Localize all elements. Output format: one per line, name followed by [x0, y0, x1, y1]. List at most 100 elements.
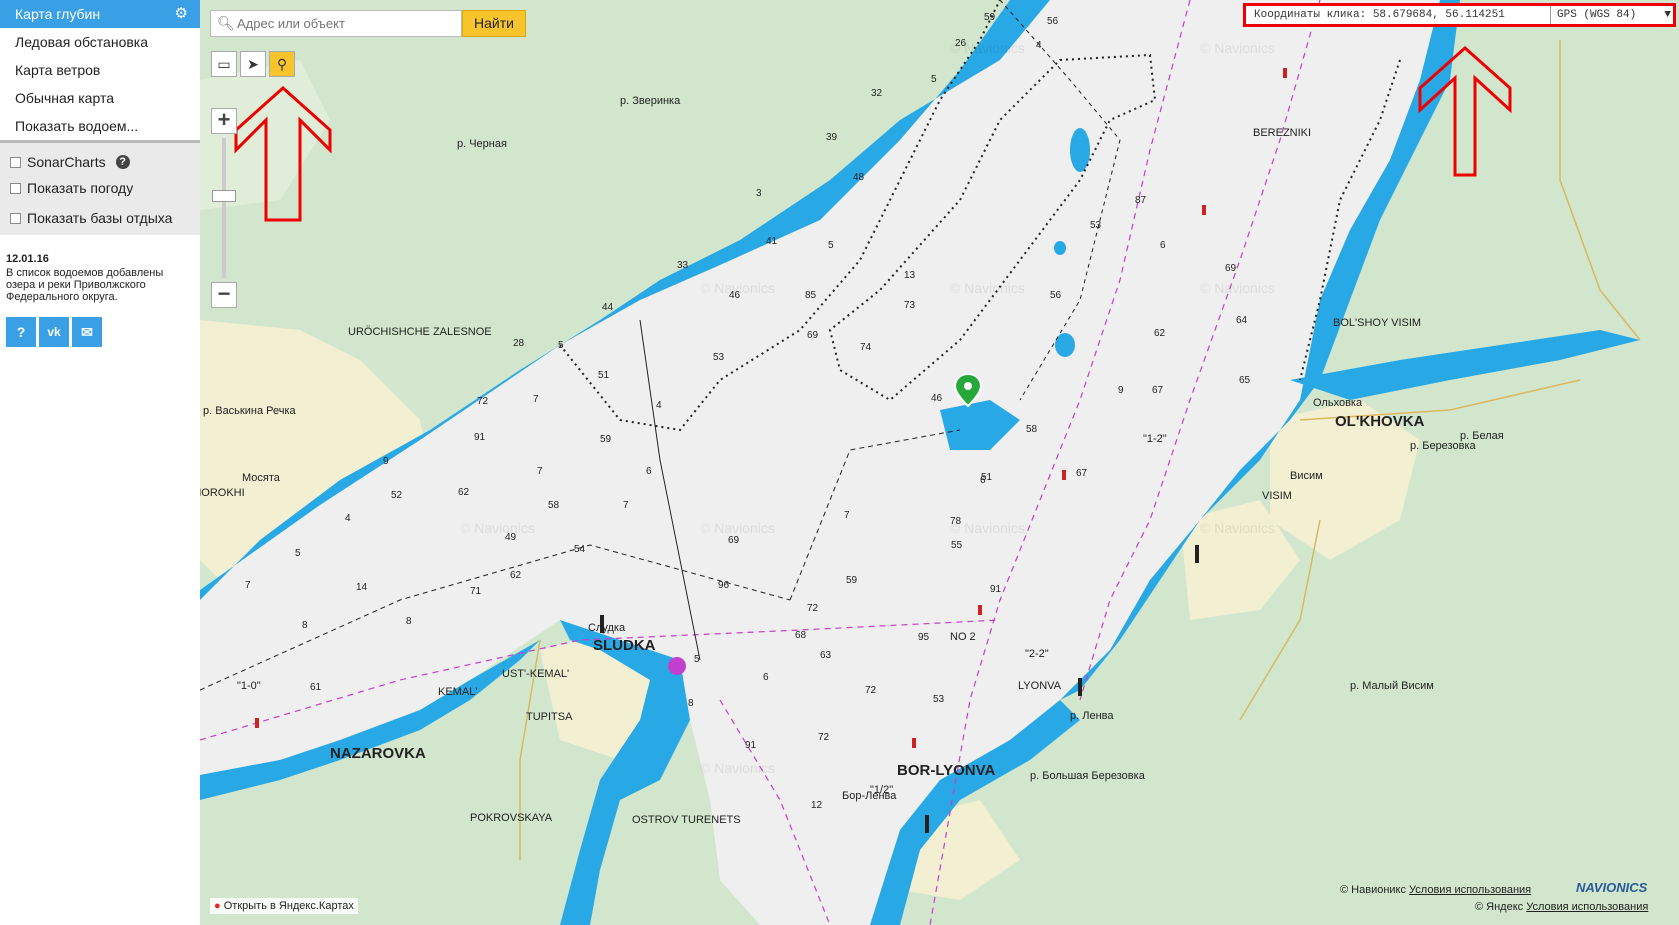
depth-sounding: 4	[656, 400, 662, 411]
depth-sounding: 58	[1026, 424, 1038, 435]
place-label: NAZAROVKA	[330, 745, 426, 762]
search-icon: 🔍︎	[217, 15, 235, 31]
watermark: © Navionics	[700, 760, 775, 776]
depth-sounding: 65	[1239, 375, 1251, 386]
place-label: POKROVSKAYA	[470, 812, 553, 824]
place-label: "1-2"	[1143, 433, 1167, 445]
depth-sounding: 72	[807, 603, 819, 614]
place-label: Слудка	[588, 622, 626, 634]
menu-ice[interactable]: Ледовая обстановка	[0, 28, 200, 56]
coordinate-format-value: GPS (WGS 84)	[1557, 9, 1637, 21]
map-canvas[interactable]: OL'KHOVKA Ольховка SLUDKA Слудка NAZAROVKA BO…	[200, 0, 1679, 925]
search-box[interactable]: 🔍︎	[210, 10, 462, 37]
depth-sounding: 4	[1036, 40, 1042, 51]
depth-sounding: 48	[853, 172, 865, 183]
open-yandex-link[interactable]: ● Открыть в Яндекс.Картах	[210, 898, 358, 914]
vk-icon[interactable]: vk	[39, 317, 69, 347]
depth-sounding: 8	[688, 698, 694, 709]
menu-depth-map-label: Карта глубин	[15, 6, 101, 22]
coordinate-format-select[interactable]: GPS (WGS 84) ▼	[1550, 6, 1675, 24]
depth-sounding: 91	[990, 584, 1002, 595]
map-svg[interactable]	[200, 0, 1679, 925]
depth-sounding: 63	[820, 650, 832, 661]
zoom-out-button[interactable]: −	[211, 282, 237, 308]
place-label: "2-2"	[1025, 648, 1049, 660]
menu-normal-map[interactable]: Обычная карта	[0, 84, 200, 112]
watermark: © Navionics	[700, 280, 775, 296]
place-label: р. Малый Висим	[1350, 680, 1434, 692]
depth-sounding: 32	[871, 88, 883, 99]
option-bases[interactable]: Показать базы отдыха	[0, 205, 200, 231]
place-label: BOR-LYONVA	[897, 762, 996, 779]
zoom-slider-handle[interactable]	[212, 190, 236, 202]
menu-show-water[interactable]: Показать водоем...	[0, 112, 200, 140]
news-date: 12.01.16	[6, 253, 49, 265]
option-weather[interactable]: Показать погоду	[0, 175, 200, 201]
gear-icon[interactable]: ⚙	[175, 0, 188, 28]
menu-depth-map[interactable]: Карта глубин ⚙	[0, 0, 200, 28]
place-label: KEMAL'	[438, 686, 478, 698]
depth-sounding: 5	[295, 548, 301, 559]
bases-label: Показать базы отдыха	[27, 210, 173, 226]
depth-sounding: 59	[846, 575, 858, 586]
weather-checkbox[interactable]	[10, 182, 21, 194]
depth-sounding: 33	[677, 260, 689, 271]
depth-sounding: 67	[1152, 385, 1164, 396]
social-buttons: ? vk ✉	[0, 303, 200, 361]
yandex-terms-link[interactable]: Условия использования	[1526, 901, 1648, 913]
depth-sounding: 8	[302, 620, 308, 631]
menu-wind[interactable]: Карта ветров	[0, 56, 200, 84]
news-block: 12.01.16 В список водоемов добавлены озе…	[0, 235, 200, 303]
depth-sounding: 8	[406, 616, 412, 627]
depth-sounding: 72	[818, 732, 830, 743]
depth-sounding: 69	[728, 535, 740, 546]
place-label: "1/2"	[870, 784, 894, 796]
depth-sounding: 53	[1090, 220, 1102, 231]
depth-sounding: 51	[598, 370, 610, 381]
marker-tool-icon[interactable]: ⚲	[269, 51, 295, 77]
zoom-in-button[interactable]: +	[211, 108, 237, 134]
bases-checkbox[interactable]	[10, 212, 21, 224]
depth-sounding: 91	[474, 432, 486, 443]
zoom-slider-track[interactable]	[212, 138, 236, 278]
depth-sounding: 5	[828, 240, 834, 251]
yandex-credit: © Яндекс Условия использования	[1475, 901, 1648, 913]
search-input[interactable]	[235, 15, 459, 32]
depth-sounding: 96	[718, 580, 730, 591]
option-sonarcharts[interactable]: SonarCharts ?	[0, 149, 200, 175]
open-yandex-label: Открыть в Яндекс.Картах	[223, 900, 354, 912]
watermark: © Navionics	[950, 280, 1025, 296]
sidebar: Карта глубин ⚙ Ледовая обстановка Карта …	[0, 0, 200, 925]
coordinates-text: Координаты клика: 58.679684, 56.114251	[1254, 9, 1505, 21]
depth-sounding: 7	[844, 510, 850, 521]
ruler-icon[interactable]: ▭	[211, 51, 237, 77]
depth-sounding: 62	[458, 487, 470, 498]
help-icon[interactable]: ?	[115, 155, 130, 169]
mail-icon[interactable]: ✉	[72, 317, 102, 347]
place-label: URÖCHISHCHE ZALESNOE	[348, 326, 492, 338]
sonarcharts-label: SonarCharts	[27, 154, 106, 170]
depth-sounding: 74	[860, 342, 872, 353]
navionics-terms-link[interactable]: Условия использования	[1409, 884, 1531, 896]
depth-sounding: 71	[470, 586, 482, 597]
depth-sounding: 6	[763, 672, 769, 683]
place-label: OL'KHOVKA	[1335, 413, 1425, 430]
depth-sounding: 13	[904, 270, 916, 281]
depth-sounding: 7	[245, 580, 251, 591]
navigate-arrow-icon[interactable]: ➤	[240, 51, 266, 77]
depth-sounding: 5	[558, 340, 564, 351]
place-label: SHOROKHI	[200, 487, 245, 499]
place-label: Ольховка	[1313, 397, 1363, 409]
navionics-logo: NAVIONICS	[1576, 880, 1648, 895]
news-text: В список водоемов добавлены озера и реки…	[6, 267, 164, 303]
sonarcharts-checkbox[interactable]	[10, 156, 21, 168]
place-label: OSTROV TURENETS	[632, 814, 741, 826]
place-label: SLUDKA	[593, 637, 656, 654]
depth-sounding: 62	[510, 570, 522, 581]
search-button[interactable]: Найти	[462, 10, 526, 37]
shallow-water	[1054, 241, 1066, 255]
depth-sounding: 59	[984, 12, 996, 23]
depth-sounding: 55	[951, 540, 963, 551]
watermark: © Navionics	[1200, 280, 1275, 296]
help-button[interactable]: ?	[6, 317, 36, 347]
